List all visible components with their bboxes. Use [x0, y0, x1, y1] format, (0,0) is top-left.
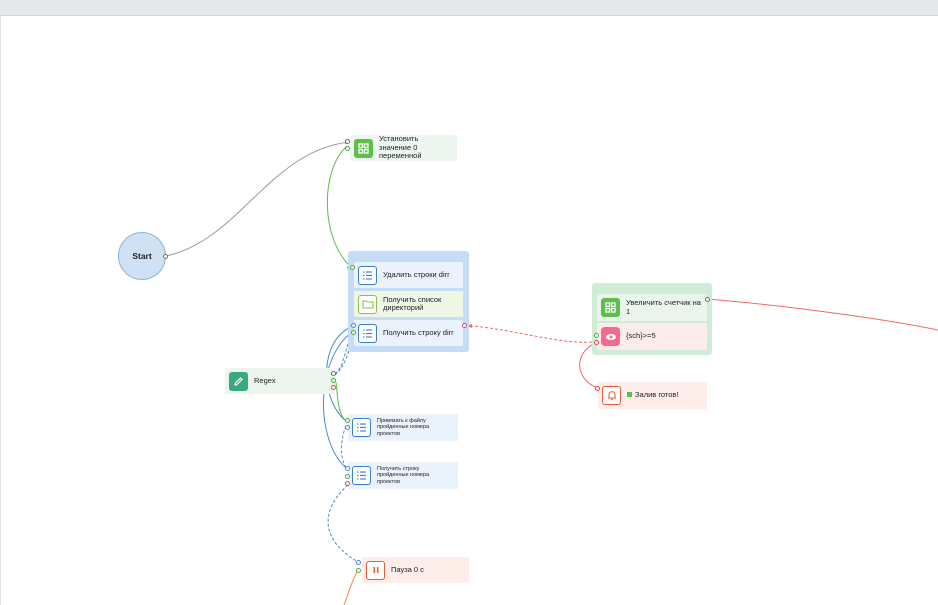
get-row-projects-label: Получить строку пройденные номера проект…	[377, 466, 430, 485]
regex-input-port[interactable]	[331, 371, 336, 376]
get-row-node[interactable]: Получить строку dirr	[354, 320, 463, 346]
condition-label: {sch}>=5	[626, 331, 656, 341]
regex-label: Regex	[254, 375, 276, 385]
done-text: Залив готов!	[627, 391, 679, 400]
set-value-label: Установить значение 0 переменной	[379, 134, 422, 161]
get-row-projects-success-port[interactable]	[345, 474, 350, 479]
start-output-port[interactable]	[163, 254, 168, 259]
status-dot	[627, 392, 632, 398]
regex-node[interactable]: Regex	[225, 368, 335, 394]
list-icon	[352, 466, 371, 485]
bind-file-input-port[interactable]	[345, 418, 350, 423]
bind-file-label: Привязать к файлу пройденные номера прое…	[377, 418, 430, 437]
delete-rows-node[interactable]: Удалить строки dirr	[354, 262, 463, 288]
eye-icon	[601, 327, 620, 346]
get-row-input-port[interactable]	[351, 323, 356, 328]
regex-success-port[interactable]	[331, 378, 336, 383]
folder-icon	[358, 294, 377, 314]
pause-label: Пауза 0 с	[391, 564, 424, 574]
start-label: Start	[132, 251, 152, 261]
pause-input-port[interactable]	[356, 560, 361, 565]
link-get-row-projects-to-pause	[327, 484, 359, 563]
increment-label: Увеличить счетчик на 1	[626, 298, 701, 316]
get-row-projects-node[interactable]: Получить строку пройденные номера проект…	[348, 462, 458, 489]
get-row-success-port[interactable]	[351, 330, 356, 335]
get-row-projects-input-port[interactable]	[345, 466, 350, 471]
pause-node[interactable]: Пауза 0 с	[362, 557, 469, 583]
link-start-to-set-value	[165, 141, 351, 257]
pause-icon	[366, 560, 385, 580]
delete-rows-label: Удалить строки dirr	[383, 269, 450, 279]
link-regex-to-bind-file	[335, 381, 347, 422]
link-condition-to-get-row	[465, 325, 593, 343]
condition-node[interactable]: {sch}>=5	[597, 323, 707, 350]
delete-rows-input-port[interactable]	[350, 265, 355, 270]
increment-right-port[interactable]	[705, 297, 710, 302]
link-set-value-to-delete-rows	[326, 145, 353, 269]
bell-icon	[602, 386, 621, 405]
list-icon	[358, 265, 377, 285]
regex-error-port[interactable]	[331, 385, 336, 390]
pencil-icon	[229, 371, 248, 391]
link-increment-from-right	[706, 298, 938, 331]
get-row-right-port[interactable]	[462, 323, 467, 328]
list-icon	[352, 418, 371, 437]
set-value-input-port[interactable]	[345, 139, 350, 144]
get-row-label: Получить строку dirr	[383, 327, 454, 337]
set-value-output-port[interactable]	[345, 146, 350, 151]
bind-file-node[interactable]: Привязать к файлу пройденные номера прое…	[348, 414, 458, 441]
condition-false-port[interactable]	[594, 340, 599, 345]
done-node[interactable]: Залив готов!	[598, 382, 707, 409]
done-input-port[interactable]	[595, 386, 600, 391]
get-dirs-label: Получить список директорий	[383, 294, 442, 312]
start-node[interactable]: Start	[118, 232, 166, 280]
pause-output-port[interactable]	[356, 568, 361, 573]
get-dirs-node[interactable]: Получить список директорий	[354, 291, 463, 317]
done-label: Залив готов!	[635, 390, 679, 400]
set-value-node[interactable]: Установить значение 0 переменной	[350, 135, 457, 161]
increment-node[interactable]: Увеличить счетчик на 1	[597, 294, 707, 321]
bind-file-output-port[interactable]	[345, 425, 350, 430]
link-pause-out	[343, 569, 359, 605]
list-icon	[358, 323, 377, 343]
connection-links	[165, 139, 938, 605]
grid-icon	[601, 298, 620, 317]
grid-icon	[354, 138, 373, 158]
condition-true-port[interactable]	[594, 333, 599, 338]
link-bind-file-to-get-row-projects	[341, 425, 347, 469]
get-row-projects-error-port[interactable]	[345, 481, 350, 486]
